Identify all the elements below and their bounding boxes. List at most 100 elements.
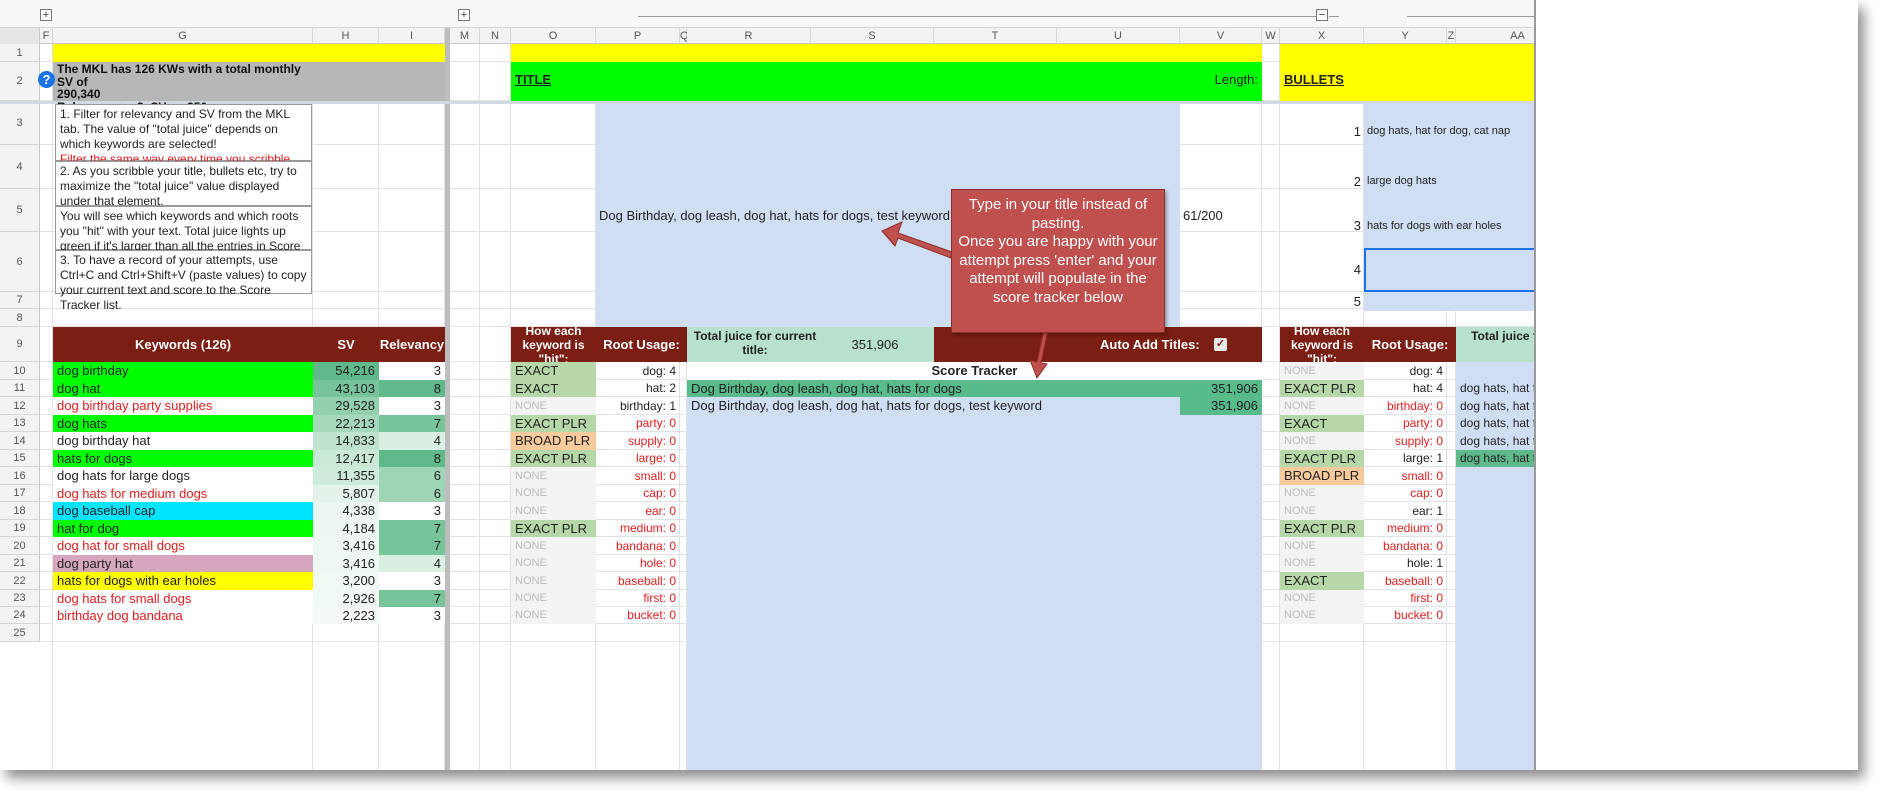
column-header-u[interactable]: U: [1057, 28, 1180, 44]
title-hit-cell: NONE: [511, 467, 596, 485]
keyword-cell: hats for dogs: [53, 450, 313, 467]
row-header[interactable]: 3: [0, 101, 40, 145]
column-header-m[interactable]: M: [450, 28, 480, 44]
row-header[interactable]: 2: [0, 62, 40, 101]
row-header[interactable]: 19: [0, 520, 40, 537]
relevancy-header: Relevancy: [379, 327, 445, 362]
title-hit-cell: NONE: [511, 397, 596, 415]
keyword-cell: hat for dog: [53, 520, 313, 537]
row-header[interactable]: 25: [0, 624, 40, 642]
sv-cell: 11,355: [313, 467, 379, 485]
sv-cell: 3,416: [313, 555, 379, 572]
bullet-text[interactable]: dog hats, hat for dog, cat nap: [1367, 104, 1510, 159]
sv-cell: 3,416: [313, 537, 379, 555]
row-header[interactable]: 9: [0, 327, 40, 362]
keyword-cell: dog hat for small dogs: [53, 537, 313, 555]
instruction-step-1-text: 1. Filter for relevancy and SV from the …: [60, 107, 290, 151]
sv-cell: 4,184: [313, 520, 379, 537]
bullets-hit-cell: EXACT PLR: [1280, 450, 1364, 467]
bullets-root-cell: bandana: 0: [1382, 539, 1443, 553]
row-header[interactable]: 22: [0, 572, 40, 590]
keyword-cell: dog hat: [53, 380, 313, 397]
row-header[interactable]: 16: [0, 467, 40, 485]
row-header[interactable]: 5: [0, 189, 40, 232]
column-header-o[interactable]: O: [511, 28, 596, 44]
column-header-q[interactable]: Q: [680, 28, 689, 44]
row-header[interactable]: 4: [0, 145, 40, 189]
relevancy-cell: 3: [379, 607, 445, 624]
auto-add-checkbox[interactable]: ✓: [1214, 338, 1227, 351]
title-hit-cell: EXACT PLR: [511, 520, 596, 537]
group-expand-button[interactable]: +: [458, 9, 470, 21]
title-root-cell: cap: 0: [643, 486, 676, 500]
row-header[interactable]: 12: [0, 397, 40, 415]
column-header-p[interactable]: P: [596, 28, 680, 44]
title-hit-cell: EXACT PLR: [511, 450, 596, 467]
title-root-cell: ear: 0: [645, 504, 676, 518]
row-header[interactable]: 13: [0, 415, 40, 432]
row-header[interactable]: 1: [0, 44, 40, 62]
bullets-root-cell: birthday: 0: [1386, 399, 1443, 413]
sv-cell: 14,833: [313, 432, 379, 450]
row-header[interactable]: 14: [0, 432, 40, 450]
row-header[interactable]: 20: [0, 537, 40, 555]
title-header-band: [511, 62, 1262, 101]
row-header[interactable]: 11: [0, 380, 40, 397]
column-header-y[interactable]: Y: [1364, 28, 1447, 44]
instruction-step-3: 3. To have a record of your attempts, us…: [55, 250, 312, 312]
relevancy-cell: 7: [379, 520, 445, 537]
relevancy-cell: 4: [379, 432, 445, 450]
group-collapse-button[interactable]: −: [1316, 9, 1328, 21]
row-header[interactable]: 6: [0, 232, 40, 292]
row-header[interactable]: 18: [0, 502, 40, 520]
column-header-r[interactable]: R: [687, 28, 811, 44]
column-header-w[interactable]: W: [1262, 28, 1280, 44]
column-header-f[interactable]: F: [40, 28, 53, 44]
keywords-header: Keywords (126): [53, 327, 313, 362]
relevancy-cell: 7: [379, 537, 445, 555]
column-header-g[interactable]: G: [53, 28, 313, 44]
bullets-hit-cell: NONE: [1280, 590, 1364, 607]
bullets-hit-cell: EXACT: [1280, 415, 1364, 432]
row-header[interactable]: 10: [0, 362, 40, 380]
bullets-hit-cell: NONE: [1280, 432, 1364, 450]
bullet-text[interactable]: large dog hats: [1367, 159, 1437, 204]
sv-cell: 12,417: [313, 450, 379, 467]
relevancy-cell: 7: [379, 415, 445, 432]
bullets-hit-cell: EXACT: [1280, 572, 1364, 590]
instruction-step-2: 2. As you scribble your title, bullets e…: [55, 161, 312, 208]
bullet-text[interactable]: hats for dogs with ear holes: [1367, 204, 1502, 248]
column-header-t[interactable]: T: [934, 28, 1057, 44]
column-header-i[interactable]: I: [379, 28, 445, 44]
row-header[interactable]: 15: [0, 450, 40, 467]
title-text[interactable]: Dog Birthday, dog leash, dog hat, hats f…: [599, 208, 950, 223]
row-header[interactable]: 23: [0, 590, 40, 607]
title-root-cell: hole: 0: [639, 556, 676, 570]
row-header[interactable]: 17: [0, 485, 40, 502]
bullets-root-cell: hole: 1: [1406, 556, 1443, 570]
bullets-root-cell: first: 0: [1410, 591, 1443, 605]
keyword-cell: dog hats for small dogs: [53, 590, 313, 607]
row-header[interactable]: 21: [0, 555, 40, 572]
title-root-cell: bucket: 0: [627, 608, 676, 622]
help-icon[interactable]: ?: [38, 71, 55, 88]
column-header-h[interactable]: H: [313, 28, 379, 44]
column-header-x[interactable]: X: [1280, 28, 1364, 44]
title-hit-cell: NONE: [511, 607, 596, 624]
row-header[interactable]: 7: [0, 292, 40, 309]
bullets-hit-cell: NONE: [1280, 485, 1364, 502]
column-header-v[interactable]: V: [1180, 28, 1262, 44]
title-label: TITLE: [515, 72, 552, 87]
sv-cell: 2,926: [313, 590, 379, 607]
column-header-n[interactable]: N: [480, 28, 511, 44]
row-header[interactable]: 8: [0, 309, 40, 327]
column-header-s[interactable]: S: [811, 28, 934, 44]
bullets-hit-cell: NONE: [1280, 555, 1364, 572]
title-root-cell: hat: 2: [645, 381, 676, 395]
row-header[interactable]: 24: [0, 607, 40, 624]
title-hit-header: How each keyword is "hit":: [511, 324, 596, 366]
sv-cell: 43,103: [313, 380, 379, 397]
relevancy-cell: 8: [379, 380, 445, 397]
column-header-z[interactable]: Z: [1447, 28, 1456, 44]
group-expand-button[interactable]: +: [40, 9, 52, 21]
